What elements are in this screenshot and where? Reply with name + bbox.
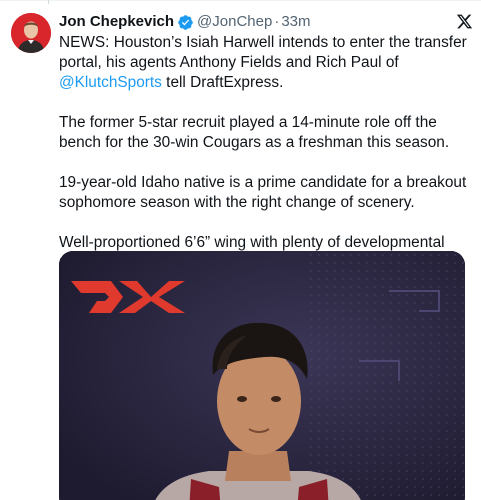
verified-badge-icon — [178, 14, 193, 30]
tweet-header: Jon Chepkevich @JonChep · 33m — [59, 12, 311, 32]
author-avatar[interactable] — [11, 13, 51, 53]
avatar-image — [11, 13, 51, 53]
tweet-paragraph-3: 19-year-old Idaho native is a prime cand… — [59, 174, 467, 211]
author-handle[interactable]: @JonChep — [197, 12, 272, 32]
x-logo-icon[interactable] — [456, 13, 473, 30]
mention-link[interactable]: @KlutchSports — [59, 74, 162, 91]
author-name[interactable]: Jon Chepkevich — [59, 12, 174, 32]
media-photo — [59, 251, 465, 500]
tweet-media-image[interactable] — [59, 251, 465, 500]
tweet-paragraph-1: NEWS: Houston’s Isiah Harwell intends to… — [59, 34, 467, 91]
tweet-paragraph-2: The former 5-star recruit played a 14-mi… — [59, 114, 450, 151]
header-separator: · — [274, 13, 280, 30]
top-divider — [0, 0, 481, 4]
tweet-timestamp[interactable]: 33m — [281, 12, 310, 32]
